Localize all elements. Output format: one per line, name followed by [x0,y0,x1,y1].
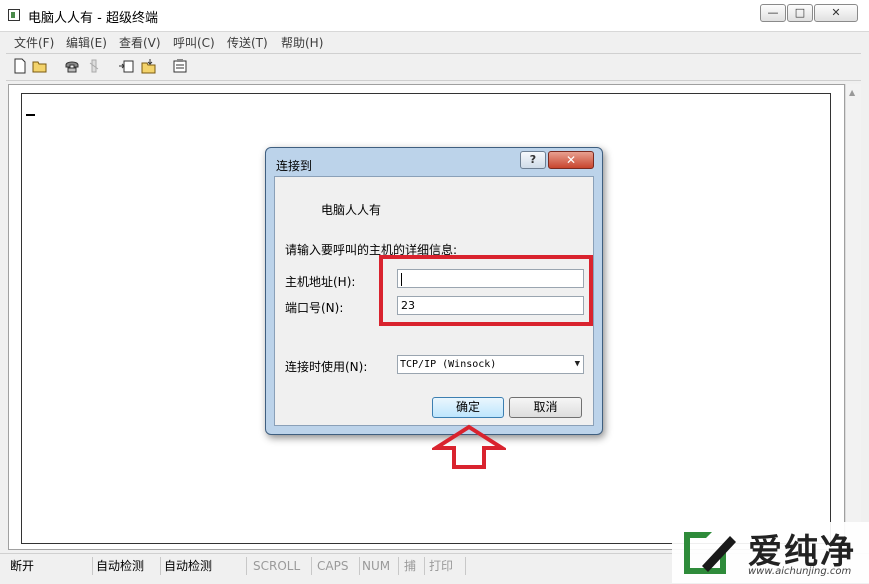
connect-using-select[interactable]: TCP/IP (Winsock) ▼ [397,355,584,374]
close-button[interactable]: ✕ [814,4,858,22]
status-caps: CAPS [317,557,360,575]
menu-view[interactable]: 查看(V) [119,34,161,51]
help-button[interactable]: ? [520,151,546,169]
watermark-url: www.aichunjing.com [748,566,852,577]
watermark: 爱纯净 www.aichunjing.com [672,522,869,583]
dialog-title: 连接到 [276,159,313,173]
open-icon[interactable] [32,58,48,74]
connect-using-value: TCP/IP (Winsock) [400,359,497,370]
receive-icon[interactable] [140,58,156,74]
window-title: 电脑人人有 - 超级终端 [28,11,158,26]
watermark-logo-icon [684,532,736,574]
status-detect-1: 自动检测 [96,557,161,575]
menu-transfer[interactable]: 传送(T) [227,34,268,51]
terminal-cursor [26,114,35,116]
menu-help[interactable]: 帮助(H) [281,34,323,51]
arrow-up-icon [432,424,506,469]
status-detect-2: 自动检测 [164,557,247,575]
toolbar [6,53,861,81]
maximize-button[interactable]: □ [787,4,813,22]
menu-file[interactable]: 文件(F) [14,34,54,51]
host-address-label: 主机地址(H): [285,275,356,289]
connect-using-label: 连接时使用(N): [285,360,368,374]
status-scroll: SCROLL [253,557,312,575]
port-number-label: 端口号(N): [285,301,344,315]
dialog-close-button[interactable]: ✕ [548,151,594,169]
menu-bar: 文件(F) 编辑(E) 查看(V) 呼叫(C) 传送(T) 帮助(H) [6,32,861,52]
title-bar: 电脑人人有 - 超级终端 — □ ✕ [0,0,869,32]
ok-button[interactable]: 确定 [432,397,504,418]
menu-call[interactable]: 呼叫(C) [173,34,215,51]
new-icon[interactable] [12,58,28,74]
cancel-button[interactable]: 取消 [509,397,582,418]
disconnect-icon[interactable] [86,58,102,74]
status-connection: 断开 [10,557,93,575]
status-print: 打印 [429,557,466,575]
app-icon [8,9,20,21]
vertical-scrollbar[interactable]: ▲ [845,84,861,550]
status-num: NUM [362,557,399,575]
status-capture: 捕 [404,557,425,575]
minimize-button[interactable]: — [760,4,786,22]
call-icon[interactable] [64,58,80,74]
scroll-up-icon[interactable]: ▲ [849,88,855,97]
connection-name: 电脑人人有 [321,203,382,217]
menu-edit[interactable]: 编辑(E) [66,34,107,51]
highlight-box [379,255,593,326]
chevron-down-icon[interactable]: ▼ [575,356,580,373]
properties-icon[interactable] [172,58,188,74]
send-icon[interactable] [118,58,134,74]
